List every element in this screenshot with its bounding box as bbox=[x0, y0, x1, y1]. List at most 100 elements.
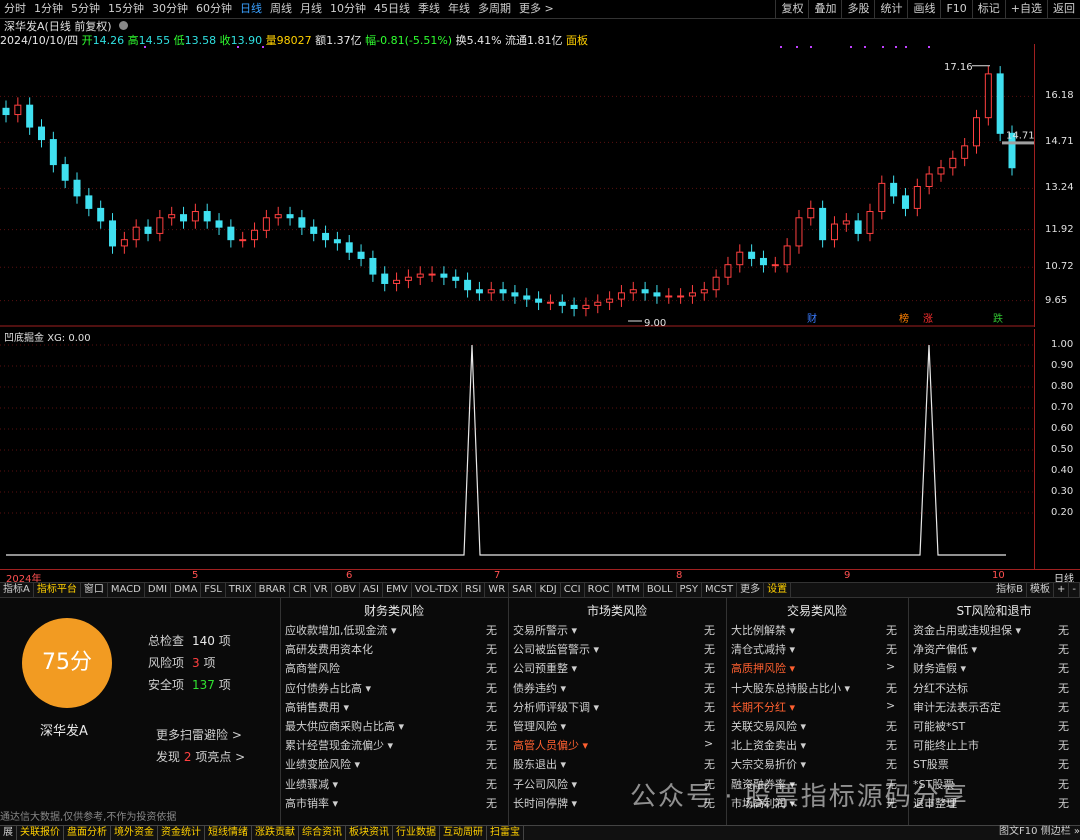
risk-item[interactable]: ST股票 bbox=[913, 756, 949, 772]
indicator-tab[interactable]: PSY bbox=[677, 583, 703, 597]
risk-item[interactable]: 业绩骤减 ▾ bbox=[285, 776, 338, 792]
risk-item[interactable]: 可能被*ST bbox=[913, 718, 965, 734]
risk-item[interactable]: 子公司风险 ▾ bbox=[513, 776, 577, 792]
risk-item[interactable]: 应付债券占比高 ▾ bbox=[285, 680, 371, 696]
indicator-tab-right-item[interactable]: - bbox=[1069, 583, 1080, 597]
indicator-tab[interactable]: 更多 bbox=[737, 583, 765, 597]
risk-item[interactable]: 十大股东总持股占比小 ▾ bbox=[731, 680, 850, 696]
period-tab[interactable]: 15分钟 bbox=[108, 0, 144, 18]
indicator-tab[interactable]: VR bbox=[311, 583, 332, 597]
status-tab[interactable]: 互动周研 bbox=[440, 826, 487, 840]
period-tab[interactable]: 更多 > bbox=[519, 0, 554, 18]
toolbar-button[interactable]: 多股 bbox=[841, 0, 874, 18]
risk-item[interactable]: 高商誉风险 bbox=[285, 660, 340, 676]
status-right[interactable]: 图文F10 侧边栏 » bbox=[999, 825, 1080, 839]
status-tab[interactable]: 资金统计 bbox=[158, 826, 205, 840]
status-tab[interactable]: 涨跌贡献 bbox=[252, 826, 299, 840]
risk-item[interactable]: 高质押风险 ▾ bbox=[731, 660, 795, 676]
status-tab[interactable]: 综合资讯 bbox=[299, 826, 346, 840]
risk-item[interactable]: 累计经营现金流偏少 ▾ bbox=[285, 737, 393, 753]
risk-item[interactable]: 长时间停牌 ▾ bbox=[513, 795, 577, 811]
indicator-chart[interactable] bbox=[0, 329, 1034, 569]
risk-item[interactable]: 资金占用或违规担保 ▾ bbox=[913, 622, 1021, 638]
risk-item[interactable]: 最大供应商采购占比高 ▾ bbox=[285, 718, 404, 734]
toolbar-button[interactable]: F10 bbox=[940, 0, 971, 18]
indicator-tab[interactable]: 设置 bbox=[764, 583, 792, 597]
indicator-tab[interactable]: SAR bbox=[509, 583, 537, 597]
risk-item[interactable]: 大比例解禁 ▾ bbox=[731, 622, 795, 638]
period-tab[interactable]: 周线 bbox=[270, 0, 292, 18]
toolbar-button[interactable]: 复权 bbox=[775, 0, 808, 18]
period-tab[interactable]: 1分钟 bbox=[34, 0, 63, 18]
risk-item[interactable]: 管理风险 ▾ bbox=[513, 718, 566, 734]
risk-item[interactable]: 财务造假 ▾ bbox=[913, 660, 966, 676]
indicator-tab[interactable]: DMA bbox=[171, 583, 202, 597]
status-tab[interactable]: 短线情绪 bbox=[205, 826, 252, 840]
indicator-tab[interactable]: MCST bbox=[702, 583, 738, 597]
indicator-tab[interactable]: RSI bbox=[462, 583, 486, 597]
indicator-tab[interactable]: 指标平台 bbox=[34, 583, 81, 597]
period-tab[interactable]: 60分钟 bbox=[196, 0, 232, 18]
risk-item[interactable]: 股东退出 ▾ bbox=[513, 756, 566, 772]
status-tab[interactable]: 板块资讯 bbox=[346, 826, 393, 840]
risk-item[interactable]: 审计无法表示否定 bbox=[913, 699, 1001, 715]
indicator-tab[interactable]: MTM bbox=[613, 583, 644, 597]
indicator-tab[interactable]: FSL bbox=[201, 583, 226, 597]
indicator-tab[interactable]: TRIX bbox=[226, 583, 256, 597]
risk-item[interactable]: 债券违约 ▾ bbox=[513, 680, 566, 696]
indicator-tab[interactable]: BRAR bbox=[256, 583, 290, 597]
risk-item[interactable]: 清仓式减持 ▾ bbox=[731, 641, 795, 657]
indicator-tab[interactable]: KDJ bbox=[536, 583, 561, 597]
risk-item[interactable]: 交易所警示 ▾ bbox=[513, 622, 577, 638]
risk-item[interactable]: 公司被监管警示 ▾ bbox=[513, 641, 599, 657]
risk-item[interactable]: 大宗交易折价 ▾ bbox=[731, 756, 806, 772]
indicator-tab[interactable]: WR bbox=[485, 583, 510, 597]
risk-item[interactable]: 分析师评级下调 ▾ bbox=[513, 699, 599, 715]
indicator-tab[interactable]: VOL-TDX bbox=[412, 583, 463, 597]
indicator-tab-right-item[interactable]: 模板 bbox=[1027, 583, 1054, 597]
indicator-tab[interactable]: BOLL bbox=[644, 583, 677, 597]
risk-item[interactable]: 高市销率 ▾ bbox=[285, 795, 338, 811]
indicator-tab[interactable]: EMV bbox=[383, 583, 412, 597]
period-tab[interactable]: 季线 bbox=[418, 0, 440, 18]
period-tab[interactable]: 年线 bbox=[448, 0, 470, 18]
period-tab[interactable]: 30分钟 bbox=[152, 0, 188, 18]
indicator-tab[interactable]: DMI bbox=[145, 583, 172, 597]
status-tab[interactable]: 扫雷宝 bbox=[487, 826, 524, 840]
indicator-tab[interactable]: 窗口 bbox=[81, 583, 108, 597]
period-tab[interactable]: 多周期 bbox=[478, 0, 511, 18]
candlestick-chart[interactable]: 17.16 9.00 14.71 财 榜 涨 跌 bbox=[0, 44, 1034, 327]
toolbar-button[interactable]: 标记 bbox=[971, 0, 1005, 18]
status-tab[interactable]: 盘面分析 bbox=[64, 826, 111, 840]
risk-item[interactable]: 北上资金卖出 ▾ bbox=[731, 737, 806, 753]
indicator-tab[interactable]: CCI bbox=[561, 583, 585, 597]
indicator-tab[interactable]: CR bbox=[290, 583, 311, 597]
status-tab[interactable]: 展 bbox=[0, 826, 17, 840]
risk-item[interactable]: 分红不达标 bbox=[913, 680, 968, 696]
toolbar-button[interactable]: 返回 bbox=[1047, 0, 1080, 18]
status-tab[interactable]: 境外资金 bbox=[111, 826, 158, 840]
indicator-tab[interactable]: ASI bbox=[360, 583, 383, 597]
risk-item[interactable]: 关联交易风险 ▾ bbox=[731, 718, 806, 734]
toolbar-button[interactable]: 叠加 bbox=[808, 0, 841, 18]
period-tab[interactable]: 月线 bbox=[300, 0, 322, 18]
toolbar-button[interactable]: +自选 bbox=[1004, 0, 1047, 18]
risk-item[interactable]: 长期不分红 ▾ bbox=[731, 699, 795, 715]
status-tab[interactable]: 关联报价 bbox=[17, 826, 64, 840]
risk-item[interactable]: 业绩变脸风险 ▾ bbox=[285, 756, 360, 772]
risk-item[interactable]: 净资产偏低 ▾ bbox=[913, 641, 977, 657]
period-tab[interactable]: 日线 bbox=[240, 0, 262, 18]
period-tab[interactable]: 5分钟 bbox=[71, 0, 100, 18]
indicator-tab-right-item[interactable]: + bbox=[1054, 583, 1070, 597]
indicator-tab[interactable]: OBV bbox=[332, 583, 360, 597]
indicator-tab[interactable]: MACD bbox=[108, 583, 145, 597]
risk-item[interactable]: 高管人员偏少 ▾ bbox=[513, 737, 588, 753]
indicator-tab[interactable]: 指标A bbox=[0, 583, 34, 597]
risk-item[interactable]: 高研发费用资本化 bbox=[285, 641, 373, 657]
indicator-tab-right-item[interactable]: 指标B bbox=[993, 583, 1027, 597]
indicator-tab[interactable]: ROC bbox=[585, 583, 614, 597]
status-tab[interactable]: 行业数据 bbox=[393, 826, 440, 840]
period-tab[interactable]: 分时 bbox=[4, 0, 26, 18]
risk-item[interactable]: 高销售费用 ▾ bbox=[285, 699, 349, 715]
risk-item[interactable]: 公司预重整 ▾ bbox=[513, 660, 577, 676]
